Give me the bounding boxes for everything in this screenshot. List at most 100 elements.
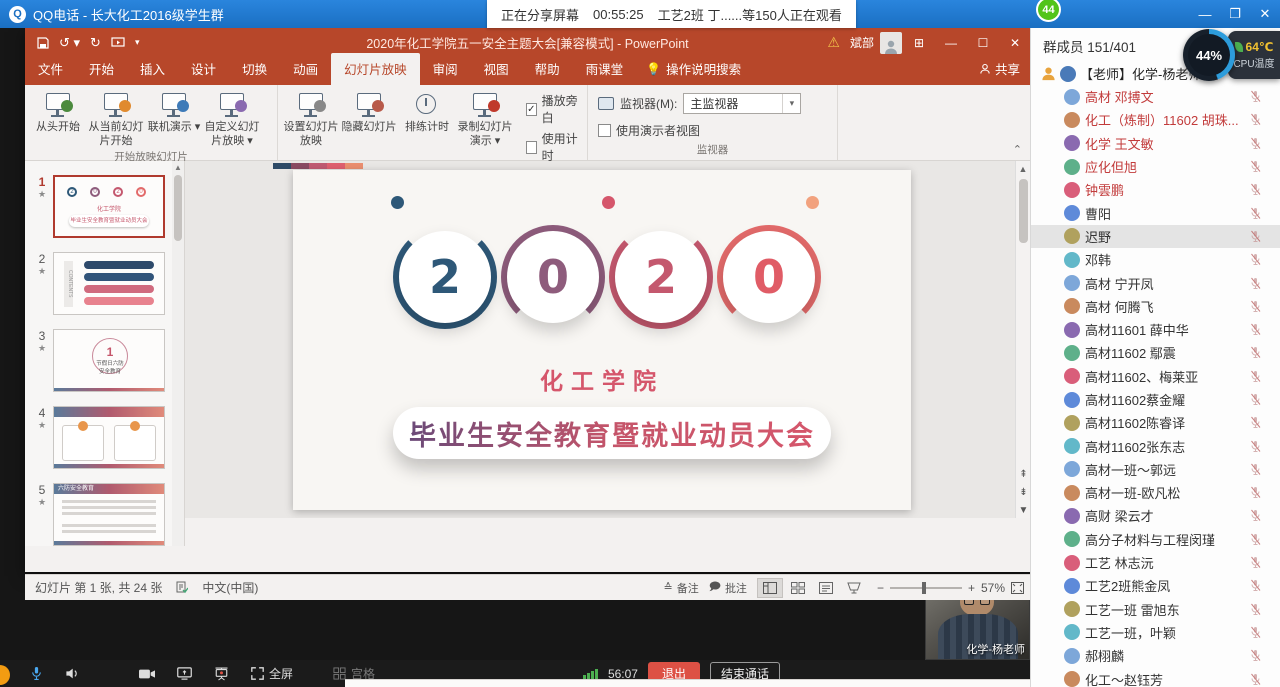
member-row[interactable]: 工艺 林志沅 [1031, 551, 1280, 574]
speaker-button[interactable] [65, 667, 79, 680]
muted-mic-icon[interactable] [1249, 183, 1262, 196]
member-row[interactable]: 高材11602蔡金耀 [1031, 388, 1280, 411]
muted-mic-icon[interactable] [1249, 486, 1262, 499]
muted-mic-icon[interactable] [1249, 137, 1262, 150]
next-slide-button[interactable]: ⇟ [1016, 487, 1030, 498]
muted-mic-icon[interactable] [1249, 579, 1262, 592]
slideshow-current-button[interactable]: 从当前幻灯片开始 [87, 89, 145, 149]
qq-close-button[interactable]: ✕ [1250, 0, 1280, 28]
reading-view-button[interactable] [813, 578, 839, 598]
ppt-close-button[interactable]: ✕ [1000, 28, 1030, 57]
member-row[interactable]: 应化但旭 [1031, 155, 1280, 178]
zoom-in-button[interactable]: + [968, 581, 975, 595]
checkbox-使用演示者视图[interactable]: 使用演示者视图 [598, 122, 700, 139]
ribbon-tab-幻灯片放映[interactable]: 幻灯片放映 [331, 53, 420, 85]
fit-to-window-icon[interactable] [1011, 582, 1024, 594]
slide-thumbnail-3[interactable]: 3★1节假日六防 安全教育 [31, 329, 184, 392]
ribbon-tab-审阅[interactable]: 审阅 [420, 53, 471, 85]
member-row[interactable]: 化工（炼制）11602 胡珠... [1031, 108, 1280, 131]
online-present-button[interactable]: 联机演示 ▾ [145, 89, 203, 135]
muted-mic-icon[interactable] [1249, 649, 1262, 662]
normal-view-button[interactable] [757, 578, 783, 598]
tell-me-search[interactable]: 💡 操作说明搜索 [636, 59, 751, 85]
muted-mic-icon[interactable] [1249, 626, 1262, 639]
share-button[interactable]: 共享 [979, 59, 1020, 78]
account-name[interactable]: 斌部 [846, 34, 878, 51]
ribbon-tab-设计[interactable]: 设计 [178, 53, 229, 85]
screen-share-button[interactable] [177, 667, 192, 680]
monitor-select[interactable]: 主监视器 ▾ [683, 93, 801, 114]
member-row[interactable]: 高材 宁开凤 [1031, 271, 1280, 294]
muted-mic-icon[interactable] [1249, 393, 1262, 406]
slideshow-play-button[interactable]: 从头开始 [29, 89, 87, 135]
checkbox-使用计时[interactable]: 使用计时 [526, 130, 579, 164]
muted-mic-icon[interactable] [1249, 533, 1262, 546]
muted-mic-icon[interactable] [1249, 440, 1262, 453]
slide-thumbnail-5[interactable]: 5★六防安全教育 [31, 483, 184, 546]
muted-mic-icon[interactable] [1249, 603, 1262, 616]
member-row[interactable]: 高材一班-欧凡松 [1031, 481, 1280, 504]
ppt-minimize-button[interactable]: — [936, 28, 966, 57]
member-row[interactable]: 化工～赵钰芳 [1031, 667, 1280, 687]
qat-more-icon[interactable]: ▾ [135, 37, 140, 48]
slide-subtitle[interactable]: 化工学院 [293, 362, 911, 396]
spellcheck-icon[interactable] [176, 581, 188, 594]
thumbnail-scrollbar[interactable]: ▲ [172, 161, 184, 546]
notes-toggle[interactable]: ≙ 备注 [664, 580, 699, 596]
muted-mic-icon[interactable] [1249, 556, 1262, 569]
muted-mic-icon[interactable] [1249, 346, 1262, 359]
slide-editor[interactable]: 2020 化工学院 毕业生安全教育暨就业动员大会 [293, 170, 911, 510]
member-row[interactable]: 高材11602 鄢震 [1031, 341, 1280, 364]
muted-mic-icon[interactable] [1249, 160, 1262, 173]
muted-mic-icon[interactable] [1249, 509, 1262, 522]
custom-slideshow-button[interactable]: 自定义幻灯片放映 ▾ [203, 89, 261, 149]
muted-mic-icon[interactable] [1249, 323, 1262, 336]
comments-toggle[interactable]: 🗩 批注 [709, 578, 747, 597]
hide-slide-button[interactable]: 隐藏幻灯片 [340, 89, 398, 135]
ribbon-display-options-button[interactable]: ⊞ [904, 28, 934, 57]
setup-slideshow-button[interactable]: 设置幻灯片放映 [282, 89, 340, 149]
fullscreen-button[interactable]: 全屏 [251, 665, 293, 682]
member-row[interactable]: 高材11602陈睿译 [1031, 411, 1280, 434]
ribbon-tab-文件[interactable]: 文件 [25, 53, 76, 85]
ribbon-tab-动画[interactable]: 动画 [280, 53, 331, 85]
presenter-button[interactable] [214, 667, 229, 681]
cpu-usage-dial[interactable]: 44% [1183, 29, 1235, 81]
muted-mic-icon[interactable] [1249, 370, 1262, 383]
member-row[interactable]: 高材11601 薛中华 [1031, 318, 1280, 341]
member-row[interactable]: 高财 梁云才 [1031, 504, 1280, 527]
slide-thumbnail-2[interactable]: 2★CONTENTS [31, 252, 184, 315]
muted-mic-icon[interactable] [1249, 416, 1262, 429]
ribbon-tab-雨课堂[interactable]: 雨课堂 [573, 53, 637, 85]
ribbon-tab-切换[interactable]: 切换 [229, 53, 280, 85]
muted-mic-icon[interactable] [1249, 90, 1262, 103]
ppt-maximize-button[interactable]: ☐ [968, 28, 998, 57]
camera-button[interactable] [139, 668, 155, 680]
zoom-level[interactable]: 57% [981, 581, 1005, 595]
slide-title-pill[interactable]: 毕业生安全教育暨就业动员大会 [393, 407, 831, 459]
muted-mic-icon[interactable] [1249, 113, 1262, 126]
muted-mic-icon[interactable] [1249, 673, 1262, 686]
member-row[interactable]: 高材 何腾飞 [1031, 295, 1280, 318]
account-avatar[interactable] [880, 32, 902, 54]
ribbon-tab-开始[interactable]: 开始 [76, 53, 127, 85]
member-row[interactable]: 工艺一班 雷旭东 [1031, 598, 1280, 621]
zoom-out-button[interactable]: − [877, 581, 884, 595]
language-status[interactable]: 中文(中国) [202, 579, 258, 596]
save-icon[interactable] [37, 37, 49, 49]
member-row[interactable]: 邓韩 [1031, 248, 1280, 271]
undo-icon[interactable]: ↺ ▾ [59, 35, 80, 51]
microphone-button[interactable] [30, 666, 43, 681]
member-row[interactable]: 迟野 [1031, 225, 1280, 248]
floating-app-icon[interactable] [0, 665, 10, 685]
rehearse-timer-button[interactable]: 排练计时 [398, 89, 456, 135]
slide-scrollbar[interactable]: ▲ ⇞ ⇟ ▼ [1015, 161, 1030, 518]
member-row[interactable]: 高材一班～郭远 [1031, 458, 1280, 481]
muted-mic-icon[interactable] [1249, 277, 1262, 290]
redo-icon[interactable]: ↻ [90, 35, 101, 51]
member-row[interactable]: 化学 王文敏 [1031, 132, 1280, 155]
muted-mic-icon[interactable] [1249, 253, 1262, 266]
member-row[interactable]: 高分子材料与工程闵瑾 [1031, 528, 1280, 551]
muted-mic-icon[interactable] [1249, 463, 1262, 476]
scroll-up-icon[interactable]: ▲ [172, 161, 184, 172]
